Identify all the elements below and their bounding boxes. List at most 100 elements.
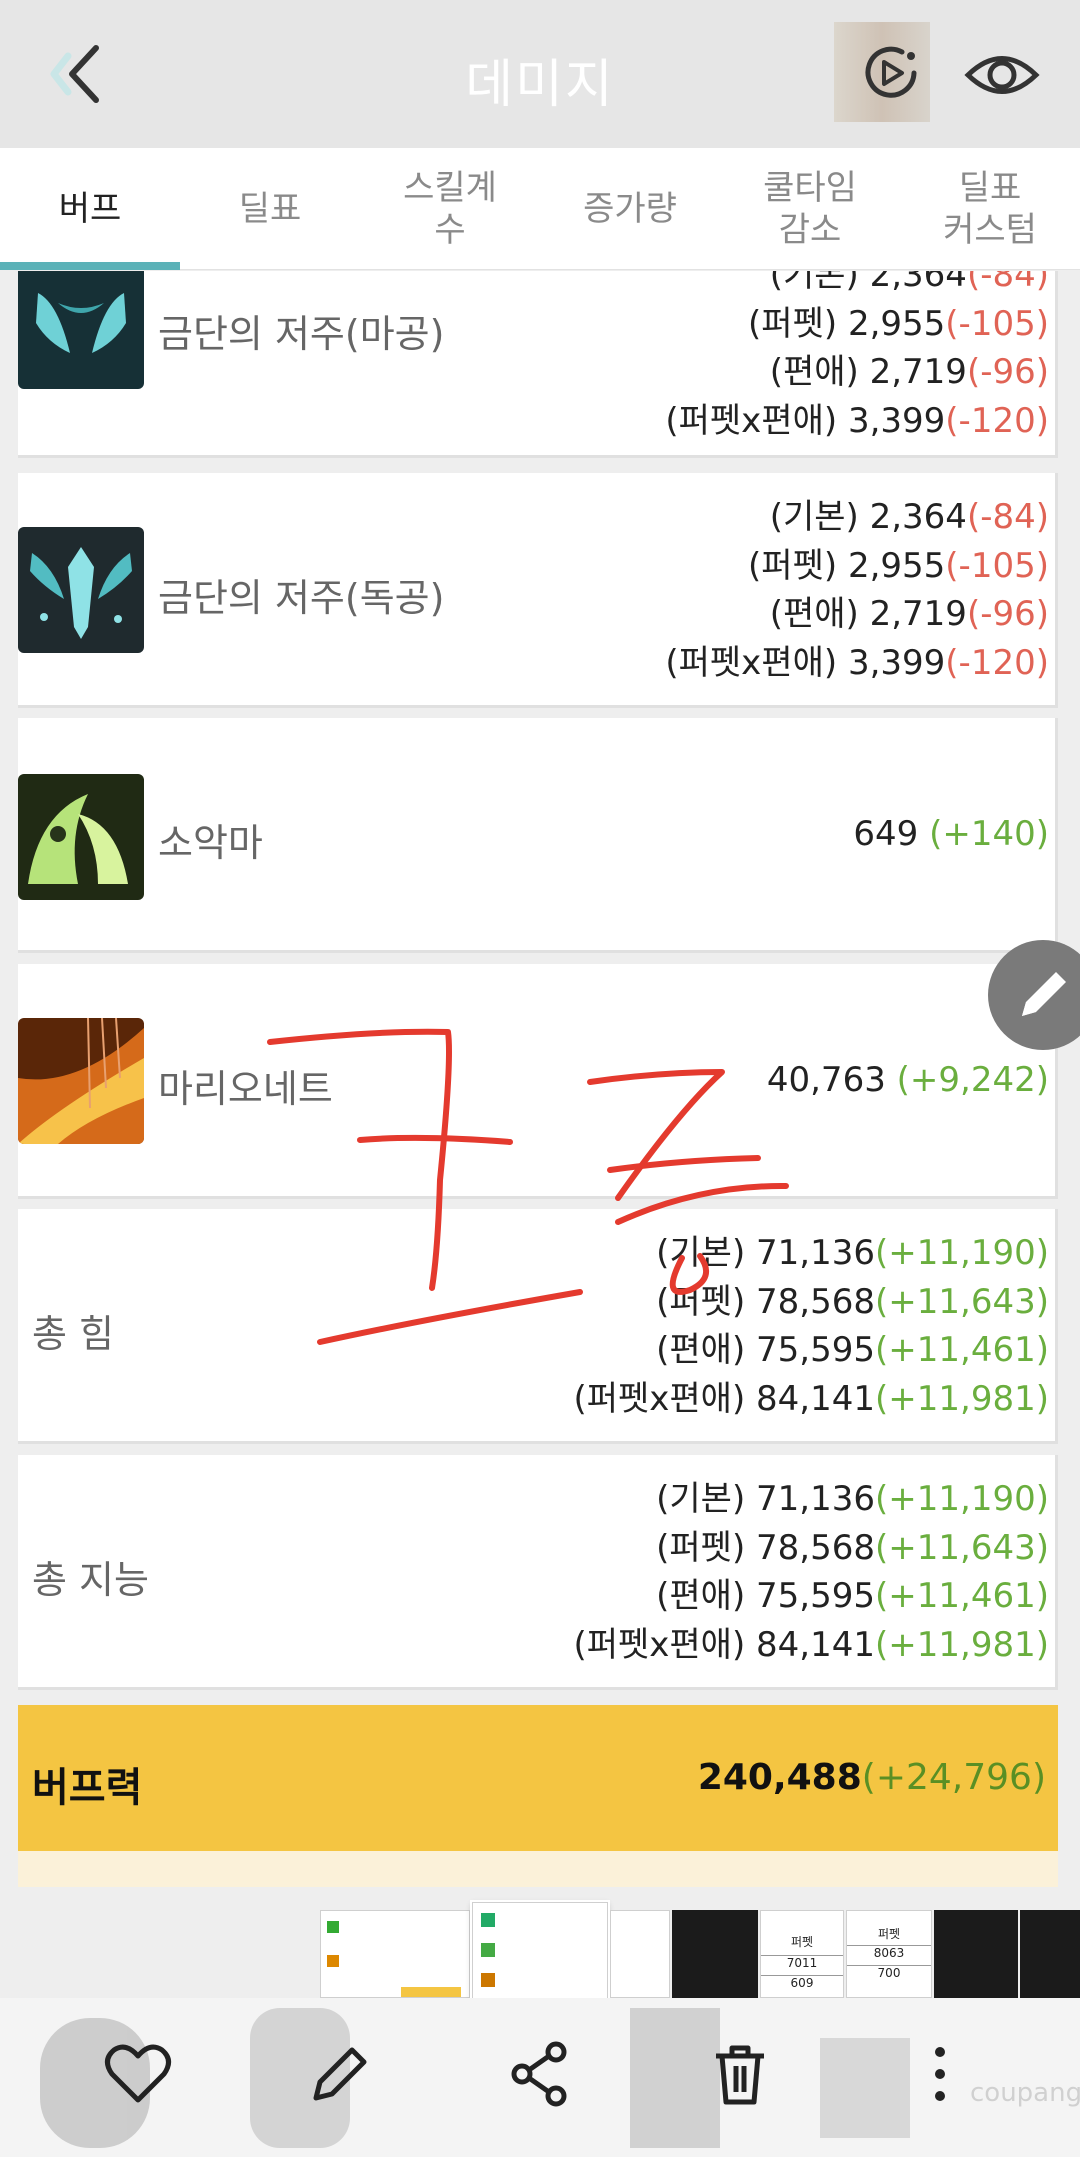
tab-label: 스킬계 수: [403, 167, 497, 251]
row-value: 3,399: [847, 642, 946, 683]
pencil-edit-icon[interactable]: [300, 2034, 380, 2114]
row-value: 2,719: [869, 352, 967, 392]
curse-magic-skill-icon: [18, 271, 144, 389]
row-delta: (+11,461): [875, 1576, 1049, 1616]
value-rows: (기본) 2,364(-84) (퍼펫) 2,955(-105) (편애) 2,…: [665, 493, 1049, 687]
row-delta: (-84): [966, 497, 1049, 537]
total-value: 240,488(+24,796): [698, 1757, 1046, 1798]
row-delta: (-84): [966, 271, 1049, 295]
row-value: 75,595: [756, 1330, 876, 1370]
row-value: 78,568: [756, 1527, 876, 1568]
row-value: 75,595: [756, 1576, 876, 1616]
row-value: 2,955: [847, 303, 946, 344]
total-number: 240,488: [697, 1757, 862, 1798]
row-delta: (-96): [966, 594, 1049, 634]
tab-custom-table[interactable]: 딜표 커스텀: [900, 148, 1080, 270]
row-delta: (-120): [945, 400, 1049, 441]
app-header: 데미지: [0, 0, 1080, 148]
filmstrip-thumbnail[interactable]: 퍼펫 7011 609: [760, 1910, 844, 1998]
curse-poison-skill-icon: [18, 527, 144, 653]
row-delta: (+11,981): [875, 1378, 1049, 1419]
row-delta: (+11,643): [875, 1527, 1049, 1568]
thumb-text: 7011: [761, 1955, 843, 1970]
tab-label: 버프: [58, 188, 122, 229]
tab-increase[interactable]: 증가량: [540, 148, 720, 270]
row-delta: (+11,190): [875, 1233, 1049, 1273]
row-value: 2,955: [847, 545, 946, 586]
edit-fab-button[interactable]: [988, 940, 1080, 1050]
more-options-icon[interactable]: [900, 2034, 980, 2114]
row-value: 2,364: [869, 497, 967, 537]
row-value: 78,568: [756, 1281, 876, 1322]
row-delta: (+11,461): [875, 1330, 1049, 1370]
row-value: 2,719: [869, 594, 967, 634]
filmstrip-thumbnail[interactable]: [934, 1910, 1018, 1998]
stat-name: 총 힘: [32, 1312, 114, 1356]
row-value: 3,399: [847, 400, 946, 441]
list-item: 소악마 649 (+140): [18, 718, 1058, 953]
tab-label: 딜표 커스텀: [943, 167, 1037, 251]
row-prefix: (편애): [656, 1576, 746, 1616]
eye-icon[interactable]: [962, 40, 1042, 110]
active-tab-indicator: [0, 262, 180, 270]
filmstrip-thumbnail[interactable]: 퍼펫 8063 700: [846, 1910, 932, 1998]
trash-icon[interactable]: [700, 2034, 780, 2114]
filmstrip-thumbnail[interactable]: [672, 1910, 758, 1998]
next-row-peek: [18, 1851, 1058, 1887]
row-prefix: (기본): [656, 1479, 746, 1519]
row-prefix: (퍼펫x편애): [665, 642, 838, 683]
skill-name: 금단의 저주(독공): [158, 576, 445, 620]
pencil-icon: [1022, 972, 1066, 1016]
skill-name: 금단의 저주(마공): [158, 312, 445, 356]
value-rows: (기본) 71,136(+11,190) (퍼펫) 78,568(+11,643…: [573, 1475, 1049, 1669]
row-delta: (+11,981): [875, 1624, 1049, 1665]
row-value: 649: [853, 814, 919, 854]
tab-skill-coefficient[interactable]: 스킬계 수: [360, 148, 540, 270]
row-delta: (+9,242): [896, 1060, 1049, 1100]
thumb-text: 700: [847, 1965, 931, 1980]
tab-damage-table[interactable]: 딜표: [180, 148, 360, 270]
row-value: 71,136: [756, 1233, 876, 1273]
filmstrip-thumbnail[interactable]: [320, 1910, 470, 1998]
tab-bar: 버프 딜표 스킬계 수 증가량 쿨타임 감소 딜표 커스텀: [0, 148, 1080, 270]
skill-name: 소악마: [158, 821, 263, 865]
value-rows: 40,763 (+9,242): [767, 1056, 1049, 1105]
imp-skill-icon: [18, 774, 144, 900]
marionette-skill-icon: [18, 1018, 144, 1144]
filmstrip-thumbnail[interactable]: [610, 1910, 670, 1998]
share-icon[interactable]: [500, 2034, 580, 2114]
total-delta: (+24,796): [861, 1757, 1046, 1798]
replay-icon[interactable]: [856, 38, 926, 108]
image-filmstrip[interactable]: 퍼펫 7011 609 퍼펫 8063 700: [320, 1902, 1080, 2022]
value-rows: 649 (+140): [853, 810, 1049, 859]
thumb-text: 퍼펫: [790, 1935, 814, 1949]
value-rows: (기본) 71,136(+11,190) (퍼펫) 78,568(+11,643…: [573, 1229, 1049, 1423]
list-item: 총 지능 (기본) 71,136(+11,190) (퍼펫) 78,568(+1…: [18, 1455, 1058, 1690]
stat-name: 총 지능: [32, 1558, 149, 1602]
row-value: 71,136: [756, 1479, 876, 1519]
tab-buff[interactable]: 버프: [0, 148, 180, 270]
buff-list[interactable]: 금단의 저주(마공) (기본) 2,364(-84) (퍼펫) 2,955(-1…: [0, 271, 1080, 1901]
tab-cooldown[interactable]: 쿨타임 감소: [720, 148, 900, 270]
row-prefix: (기본): [769, 271, 859, 295]
row-prefix: (퍼펫): [656, 1527, 746, 1568]
row-prefix: (퍼펫x편애): [573, 1378, 746, 1419]
tab-label: 쿨타임 감소: [763, 167, 857, 251]
list-item: 금단의 저주(독공) (기본) 2,364(-84) (퍼펫) 2,955(-1…: [18, 473, 1058, 708]
row-prefix: (퍼펫x편애): [665, 400, 838, 441]
row-prefix: (퍼펫x편애): [573, 1624, 746, 1665]
heart-icon[interactable]: [98, 2034, 178, 2114]
row-delta: (-105): [945, 545, 1049, 586]
total-label: 버프력: [32, 1765, 143, 1811]
bottom-action-bar: coupang: [0, 1998, 1080, 2157]
list-item: 총 힘 (기본) 71,136(+11,190) (퍼펫) 78,568(+11…: [18, 1209, 1058, 1444]
row-value: 40,763: [766, 1060, 886, 1100]
row-delta: (-105): [945, 303, 1049, 344]
row-delta: (+11,190): [875, 1479, 1049, 1519]
row-prefix: (퍼펫): [748, 303, 838, 344]
row-prefix: (기본): [656, 1233, 746, 1273]
row-prefix: (퍼펫): [748, 545, 838, 586]
list-item: 마리오네트 40,763 (+9,242): [18, 964, 1058, 1199]
tab-label: 딜표: [238, 188, 302, 229]
filmstrip-thumbnail[interactable]: [1020, 1910, 1080, 1998]
